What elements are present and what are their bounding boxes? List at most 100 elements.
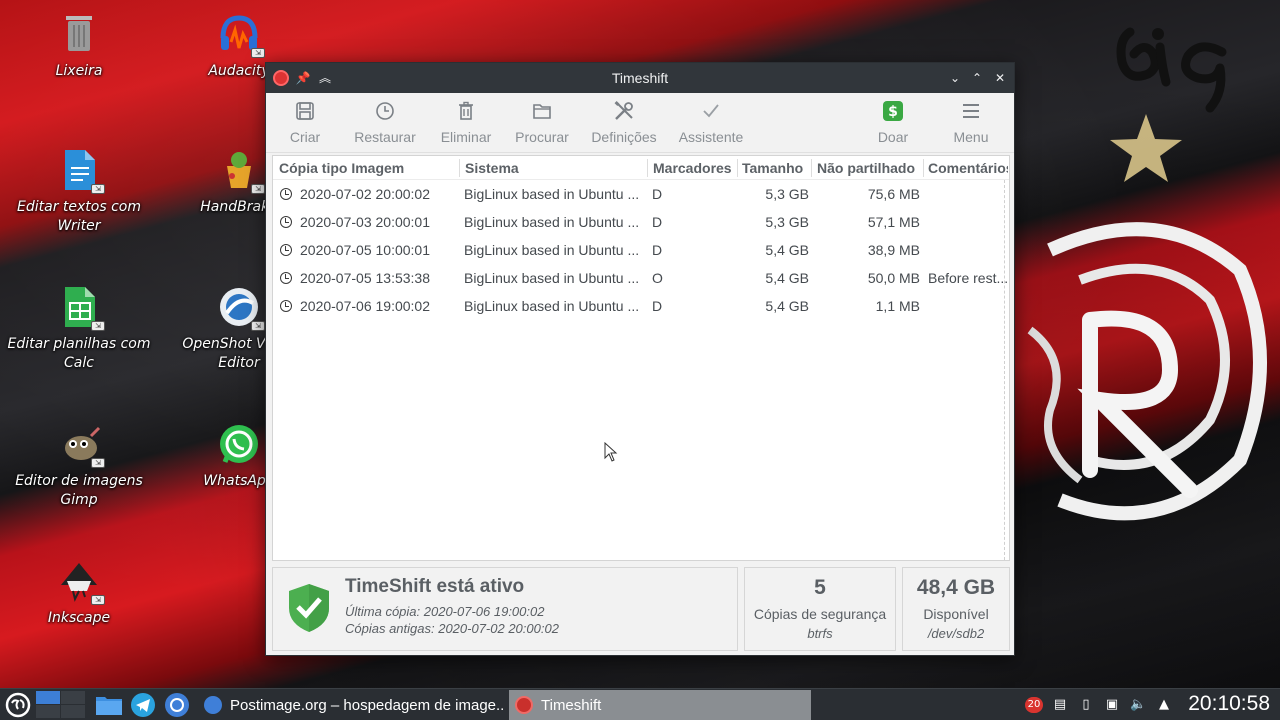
column-header-size[interactable]: Tamanho [742, 160, 812, 176]
snapshot-date: 2020-07-02 20:00:02 [300, 186, 430, 202]
battery-icon[interactable]: ▯ [1078, 697, 1094, 713]
task-timeshift[interactable]: Timeshift [509, 690, 811, 720]
link-badge: ⇲ [91, 321, 105, 331]
volume-icon[interactable]: 🔈 [1130, 697, 1146, 713]
desktop-icon-inkscape[interactable]: ⇲ Inkscape [4, 559, 154, 628]
checkmark-icon [676, 97, 746, 125]
browser-icon [204, 696, 222, 714]
link-badge: ⇲ [251, 184, 265, 194]
eliminar-button[interactable]: Eliminar [438, 97, 494, 149]
definicoes-button[interactable]: Definições [590, 97, 658, 149]
snapshot-tag: D [652, 214, 663, 230]
table-row[interactable]: 2020-07-05 10:00:01 BigLinux based in Ub… [273, 236, 1009, 264]
clipboard-icon[interactable]: ▤ [1052, 697, 1068, 713]
clock-icon [280, 272, 292, 284]
desktop-3[interactable] [36, 705, 60, 718]
browser-icon [165, 693, 189, 717]
doar-button[interactable]: $ Doar [870, 97, 916, 149]
snapshot-size: 5,3 GB [765, 186, 809, 202]
link-badge: ⇲ [251, 48, 265, 58]
column-separator[interactable] [737, 159, 738, 177]
taskbar: Postimage.org – hospedagem de image... T… [0, 688, 1280, 720]
desktop-icon-label: Lixeira [55, 63, 103, 79]
column-header-tags[interactable]: Marcadores [653, 160, 737, 176]
start-menu-button[interactable] [3, 689, 33, 720]
column-header-system[interactable]: Sistema [465, 160, 645, 176]
table-row[interactable]: 2020-07-02 20:00:02 BigLinux based in Ub… [273, 180, 1009, 208]
assistente-button[interactable]: Assistente [676, 97, 746, 149]
desktop-icon-label: Inkscape [47, 610, 111, 626]
tray-expand-icon[interactable]: ▲ [1156, 697, 1172, 713]
task-label: Timeshift [541, 696, 602, 714]
column-separator[interactable] [459, 159, 460, 177]
definicoes-label: Definições [591, 129, 657, 145]
minimize-button[interactable]: ⌄ [946, 69, 964, 87]
restaurar-label: Restaurar [354, 129, 416, 145]
procurar-button[interactable]: Procurar [512, 97, 572, 149]
timeshift-app-icon[interactable] [273, 70, 289, 86]
mouse-cursor-icon [604, 442, 618, 462]
inkscape-icon: ⇲ [57, 559, 105, 605]
virtual-desktop-pager[interactable] [36, 689, 86, 720]
desktop-icon-writer[interactable]: ⇲ Editar textos com Writer [4, 148, 154, 236]
snapshot-size: 5,4 GB [765, 242, 809, 258]
backup-count: 5 [814, 576, 826, 599]
telegram-launcher[interactable] [128, 689, 158, 720]
taskbar-clock[interactable]: 20:10:58 [1188, 692, 1270, 716]
backup-count-label: Cópias de segurança [753, 606, 887, 622]
column-separator[interactable] [923, 159, 924, 177]
desktop-icon-gimp[interactable]: ⇲ Editor de imagens Gimp [4, 422, 154, 510]
snapshot-size: 5,3 GB [765, 214, 809, 230]
snapshot-date: 2020-07-06 19:00:02 [300, 298, 430, 314]
snapshot-tag: D [652, 298, 663, 314]
snapshot-unshared: 38,9 MB [867, 242, 920, 258]
table-row[interactable]: 2020-07-03 20:00:01 BigLinux based in Ub… [273, 208, 1009, 236]
table-row[interactable]: 2020-07-06 19:00:02 BigLinux based in Ub… [273, 292, 1009, 320]
file-manager-launcher[interactable] [94, 689, 124, 720]
star-emblem [1110, 114, 1182, 182]
hamburger-menu-icon [946, 97, 996, 125]
folder-icon [512, 97, 572, 125]
snapshot-unshared: 50,0 MB [867, 270, 920, 286]
task-postimage[interactable]: Postimage.org – hospedagem de image... [198, 690, 504, 720]
keep-above-icon[interactable]: ︽ [316, 69, 334, 87]
notifications-badge[interactable]: 20 [1025, 697, 1043, 713]
desktop-2[interactable] [61, 691, 85, 704]
criar-button[interactable]: Criar [280, 97, 330, 149]
network-icon[interactable]: ▣ [1104, 697, 1120, 713]
pin-icon[interactable]: 📌 [294, 69, 312, 87]
shield-check-icon [289, 584, 329, 632]
disk-space-panel: 48,4 GB Disponível /dev/sdb2 [902, 567, 1010, 651]
window-titlebar[interactable]: 📌 ︽ Timeshift ⌄ ⌃ ✕ [266, 63, 1014, 93]
clock-icon [280, 244, 292, 256]
column-header-snapshot[interactable]: Cópia tipo Imagem [279, 160, 457, 176]
desktop-4[interactable] [61, 705, 85, 718]
trash-icon [57, 12, 101, 56]
snapshot-system: BigLinux based in Ubuntu ... [464, 270, 640, 286]
desktop-icon-calc[interactable]: ⇲ Editar planilhas com Calc [4, 285, 154, 373]
folder-icon [96, 697, 122, 715]
column-separator[interactable] [811, 159, 812, 177]
column-header-comments[interactable]: Comentários [928, 160, 1008, 176]
menu-button[interactable]: Menu [946, 97, 996, 149]
snapshot-system: BigLinux based in Ubuntu ... [464, 186, 640, 202]
maximize-button[interactable]: ⌃ [968, 69, 986, 87]
snapshot-date: 2020-07-05 13:53:38 [300, 270, 430, 286]
timeshift-icon [515, 696, 533, 714]
browser-launcher[interactable] [162, 689, 192, 720]
close-button[interactable]: ✕ [991, 69, 1009, 87]
list-header: Cópia tipo Imagem Sistema Marcadores Tam… [273, 156, 1009, 180]
column-header-unshared[interactable]: Não partilhado [817, 160, 923, 176]
desktop-1[interactable] [36, 691, 60, 704]
table-row[interactable]: 2020-07-05 13:53:38 BigLinux based in Ub… [273, 264, 1009, 292]
desktop-icon-lixeira[interactable]: Lixeira [4, 12, 154, 81]
restaurar-button[interactable]: Restaurar [352, 97, 418, 149]
audacity-icon: ⇲ [217, 12, 265, 58]
column-separator[interactable] [647, 159, 648, 177]
scrollbar-track[interactable] [1004, 180, 1005, 560]
snapshot-tag: O [652, 270, 663, 286]
status-title: TimeShift está ativo [345, 576, 525, 597]
clock-icon [352, 97, 418, 125]
flamengo-crest [1027, 222, 1267, 521]
snapshot-date: 2020-07-05 10:00:01 [300, 242, 430, 258]
